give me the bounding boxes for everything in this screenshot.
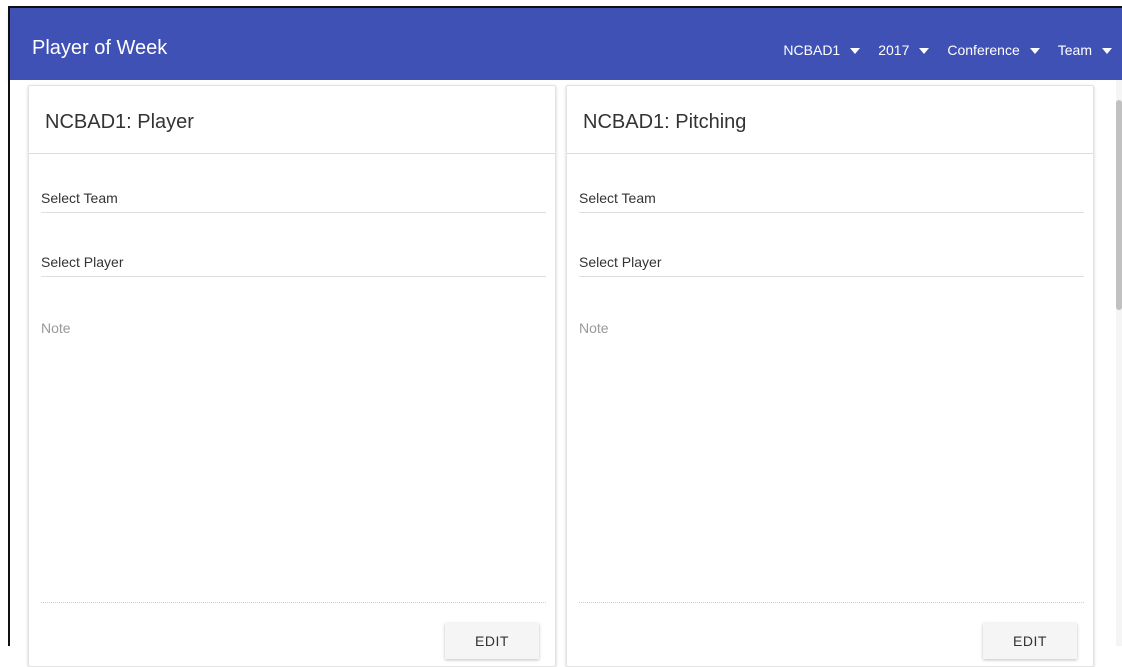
filter-year-dropdown[interactable]: 2017: [878, 41, 930, 59]
page-title: Player of Week: [32, 37, 168, 59]
pitching-card: NCBAD1: Pitching Select Team Select Play…: [566, 85, 1094, 667]
caret-down-icon: [850, 48, 861, 54]
card-title: NCBAD1: Pitching: [583, 111, 747, 133]
scrollbar-thumb[interactable]: [1116, 100, 1122, 310]
filter-league-dropdown[interactable]: NCBAD1: [783, 41, 861, 59]
select-player-dropdown[interactable]: Select Player: [579, 254, 1084, 277]
app-bar: Player of Week NCBAD1 2017 Conference Te…: [10, 8, 1122, 80]
filter-conference-dropdown[interactable]: Conference: [947, 41, 1040, 59]
filter-team-label: Team: [1057, 42, 1092, 58]
player-card: NCBAD1: Player Select Team Select Player…: [28, 85, 556, 667]
select-team-dropdown[interactable]: Select Team: [579, 190, 1084, 213]
note-divider: [41, 602, 546, 603]
main-content: NCBAD1: Player Select Team Select Player…: [10, 80, 1116, 667]
note-field[interactable]: Note: [41, 320, 71, 336]
note-field[interactable]: Note: [579, 320, 609, 336]
caret-down-icon: [1102, 48, 1112, 54]
select-team-dropdown[interactable]: Select Team: [41, 190, 546, 213]
filter-bar: NCBAD1 2017 Conference Team: [783, 41, 1122, 59]
filter-conference-label: Conference: [947, 42, 1020, 58]
filter-team-dropdown[interactable]: Team: [1058, 41, 1112, 59]
edit-button[interactable]: EDIT: [983, 623, 1077, 659]
card-title: NCBAD1: Player: [45, 111, 194, 133]
filter-year-label: 2017: [878, 42, 910, 58]
note-divider: [579, 602, 1084, 603]
caret-down-icon: [919, 48, 930, 54]
vertical-scrollbar[interactable]: [1116, 80, 1122, 646]
select-player-dropdown[interactable]: Select Player: [41, 254, 546, 277]
card-header: NCBAD1: Pitching: [567, 86, 1093, 154]
card-header: NCBAD1: Player: [29, 86, 555, 154]
caret-down-icon: [1029, 48, 1040, 54]
filter-league-label: NCBAD1: [783, 42, 841, 58]
edit-button[interactable]: EDIT: [445, 623, 539, 659]
